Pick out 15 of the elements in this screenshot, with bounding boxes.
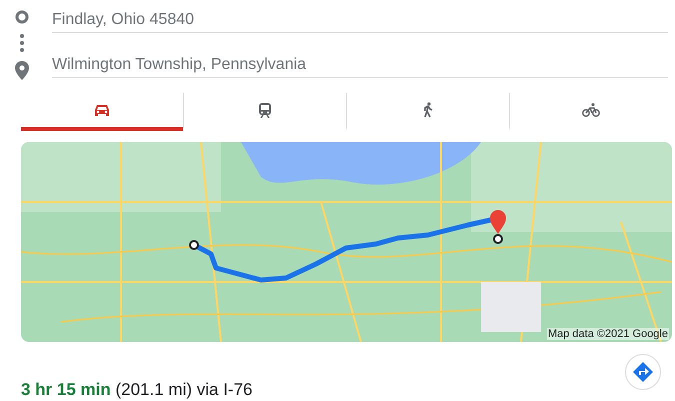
- dot-icon: [20, 41, 24, 45]
- dot-icon: [20, 34, 24, 38]
- turn-arrow-icon: [633, 362, 653, 382]
- origin-field[interactable]: Findlay, Ohio 45840: [52, 0, 668, 33]
- dot-icon: [20, 48, 24, 52]
- destination-field[interactable]: Wilmington Township, Pennsylvania: [52, 45, 668, 78]
- map-attribution: Map data ©2021 Google: [546, 328, 669, 340]
- car-icon: [94, 104, 110, 116]
- bicycle-icon: [582, 103, 600, 117]
- origin-circle-icon: [15, 10, 29, 24]
- route-summary: 3 hr 15 min (201.1 mi) via I-76: [21, 380, 252, 401]
- train-icon: [258, 102, 272, 118]
- walking-person-icon: [422, 102, 434, 118]
- directions-button[interactable]: [625, 354, 661, 390]
- location-pin-icon: [15, 61, 29, 80]
